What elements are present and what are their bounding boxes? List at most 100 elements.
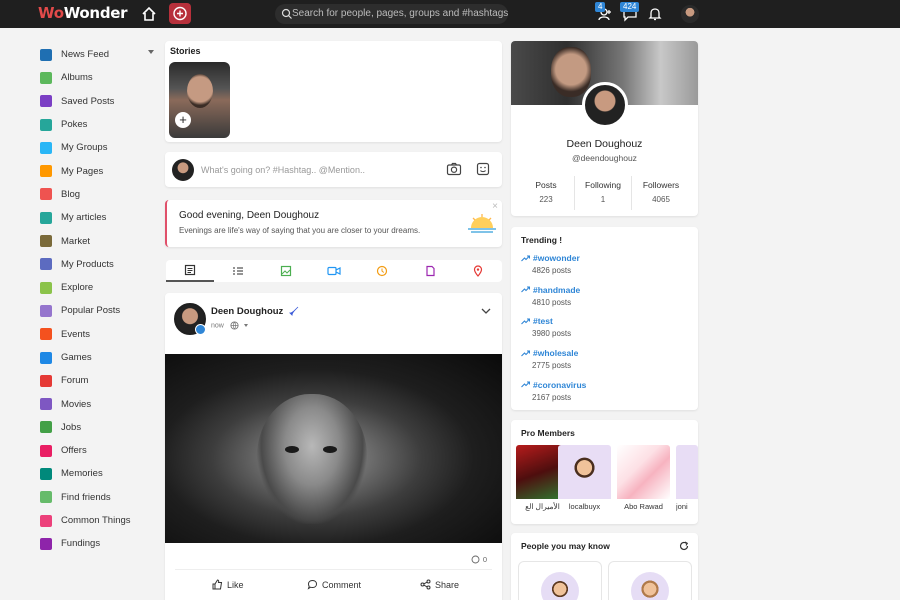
create-story[interactable]: + <box>169 62 230 138</box>
profile-name[interactable]: Deen Doughouz <box>511 138 698 150</box>
stat-label: Following <box>585 180 621 190</box>
cover-face <box>551 47 591 97</box>
sidebar-item-common-things[interactable]: Common Things <box>40 509 160 532</box>
trending-tag[interactable]: #test <box>521 316 571 326</box>
comment-icon <box>307 579 318 590</box>
share-icon <box>420 579 431 590</box>
suggested-user[interactable] <box>608 561 692 600</box>
monkey-eye <box>285 446 299 453</box>
comment-bubble-icon <box>471 555 480 564</box>
sidebar-item-jobs[interactable]: Jobs <box>40 416 160 439</box>
add-story-icon[interactable]: + <box>175 112 191 128</box>
trending-tag-label: #wholesale <box>533 348 579 359</box>
monkey-eye <box>323 446 337 453</box>
pro-member-photo <box>676 445 698 499</box>
stat-posts[interactable]: Posts 223 <box>516 180 576 204</box>
suggested-user-avatar <box>541 572 579 600</box>
pro-members-card: Pro Members الأميرال الع localbuyx Abo R… <box>511 420 698 524</box>
trending-item[interactable]: #handmade 4810 posts <box>521 285 580 307</box>
search-input[interactable]: Search for people, pages, groups and #ha… <box>275 4 508 24</box>
sidebar-item-fundings[interactable]: Fundings <box>40 532 160 555</box>
trending-item[interactable]: #wholesale 2775 posts <box>521 348 578 370</box>
sticker-icon[interactable] <box>476 162 490 176</box>
trending-tag[interactable]: #wholesale <box>521 348 578 358</box>
sidebar-item-explore[interactable]: Explore <box>40 276 160 299</box>
privacy-chevron-icon[interactable] <box>243 324 248 327</box>
trending-tag[interactable]: #coronavirus <box>521 380 586 390</box>
create-button[interactable] <box>169 3 191 24</box>
globe-icon[interactable] <box>230 321 239 330</box>
tab-photos[interactable] <box>262 260 310 282</box>
compass-icon <box>40 281 52 294</box>
tab-text[interactable] <box>214 260 262 282</box>
sidebar-item-my-groups[interactable]: My Groups <box>40 136 160 159</box>
sidebar-item-movies[interactable]: Movies <box>40 392 160 415</box>
sidebar-item-popular-posts[interactable]: Popular Posts <box>40 299 160 322</box>
post-image[interactable] <box>165 354 502 543</box>
pro-member-photo <box>617 445 670 499</box>
sidebar-item-saved-posts[interactable]: Saved Posts <box>40 90 160 113</box>
comment-label: Comment <box>322 579 362 590</box>
tab-videos[interactable] <box>310 260 358 282</box>
tab-location[interactable] <box>454 260 502 282</box>
trending-item[interactable]: #coronavirus 2167 posts <box>521 380 586 402</box>
sidebar-item-albums[interactable]: Albums <box>40 66 160 89</box>
sidebar-item-pokes[interactable]: Pokes <box>40 113 160 136</box>
sidebar-item-blog[interactable]: Blog <box>40 183 160 206</box>
sidebar-item-my-articles[interactable]: My articles <box>40 206 160 229</box>
tab-all[interactable] <box>166 260 214 282</box>
tab-files[interactable] <box>406 260 454 282</box>
feed-icon <box>184 264 196 276</box>
film-icon <box>40 398 52 411</box>
close-greeting-icon[interactable]: × <box>492 201 498 212</box>
home-icon <box>40 48 52 61</box>
sidebar-item-memories[interactable]: Memories <box>40 462 160 485</box>
trending-item[interactable]: #test 3980 posts <box>521 316 571 338</box>
comment-button[interactable]: Comment <box>307 579 361 590</box>
bell-icon[interactable] <box>647 6 663 22</box>
trending-item[interactable]: #wowonder 4826 posts <box>521 253 580 275</box>
sidebar-item-events[interactable]: Events <box>40 323 160 346</box>
pro-member[interactable]: Abo Rawad <box>617 445 670 525</box>
like-label: Like <box>227 579 244 590</box>
trending-tag-label: #wowonder <box>533 253 580 263</box>
rocket-icon <box>288 307 299 317</box>
trending-tag[interactable]: #handmade <box>521 285 580 295</box>
stat-followers[interactable]: Followers 4065 <box>631 180 691 204</box>
sidebar-item-my-pages[interactable]: My Pages <box>40 159 160 182</box>
post-author-name[interactable]: Deen Doughouz <box>211 306 299 317</box>
suggested-user[interactable] <box>518 561 602 600</box>
profile-avatar[interactable] <box>582 82 628 128</box>
sidebar-item-my-products[interactable]: My Products <box>40 253 160 276</box>
forum-icon <box>40 374 52 387</box>
post-composer[interactable]: What's going on? #Hashtag.. @Mention.. <box>165 152 502 187</box>
sidebar-item-games[interactable]: Games <box>40 346 160 369</box>
sidebar-item-forum[interactable]: Forum <box>40 369 160 392</box>
composer-input[interactable]: What's going on? #Hashtag.. @Mention.. <box>201 165 365 175</box>
sidebar-item-market[interactable]: Market <box>40 229 160 252</box>
logo[interactable]: WoWonder <box>38 4 128 24</box>
camera-icon[interactable] <box>446 162 462 176</box>
sidebar-item-offers[interactable]: Offers <box>40 439 160 462</box>
pro-member[interactable]: localbuyx <box>558 445 611 525</box>
like-button[interactable]: Like <box>212 579 244 590</box>
trending-count: 2775 posts <box>532 361 572 371</box>
greeting-title: Good evening, Deen Doughouz <box>179 210 320 221</box>
share-button[interactable]: Share <box>420 579 459 590</box>
chevron-down-icon[interactable] <box>148 50 154 54</box>
comments-count[interactable]: 0 <box>471 555 487 564</box>
stories-title: Stories <box>170 46 201 56</box>
tab-sounds[interactable] <box>358 260 406 282</box>
refresh-icon[interactable] <box>679 541 689 551</box>
pro-member[interactable]: joni <box>676 445 698 525</box>
trending-tag[interactable]: #wowonder <box>521 253 580 263</box>
sidebar-item-label: Common Things <box>61 515 131 527</box>
sidebar-item-find-friends[interactable]: Find friends <box>40 486 160 509</box>
gamepad-icon <box>40 351 52 364</box>
stat-following[interactable]: Following 1 <box>573 180 633 204</box>
sidebar-item-news-feed[interactable]: News Feed <box>40 43 160 66</box>
home-icon[interactable] <box>140 5 158 23</box>
sidebar-item-label: Offers <box>61 445 87 457</box>
user-avatar[interactable] <box>681 5 699 23</box>
post-options-chevron-icon[interactable] <box>481 308 491 315</box>
